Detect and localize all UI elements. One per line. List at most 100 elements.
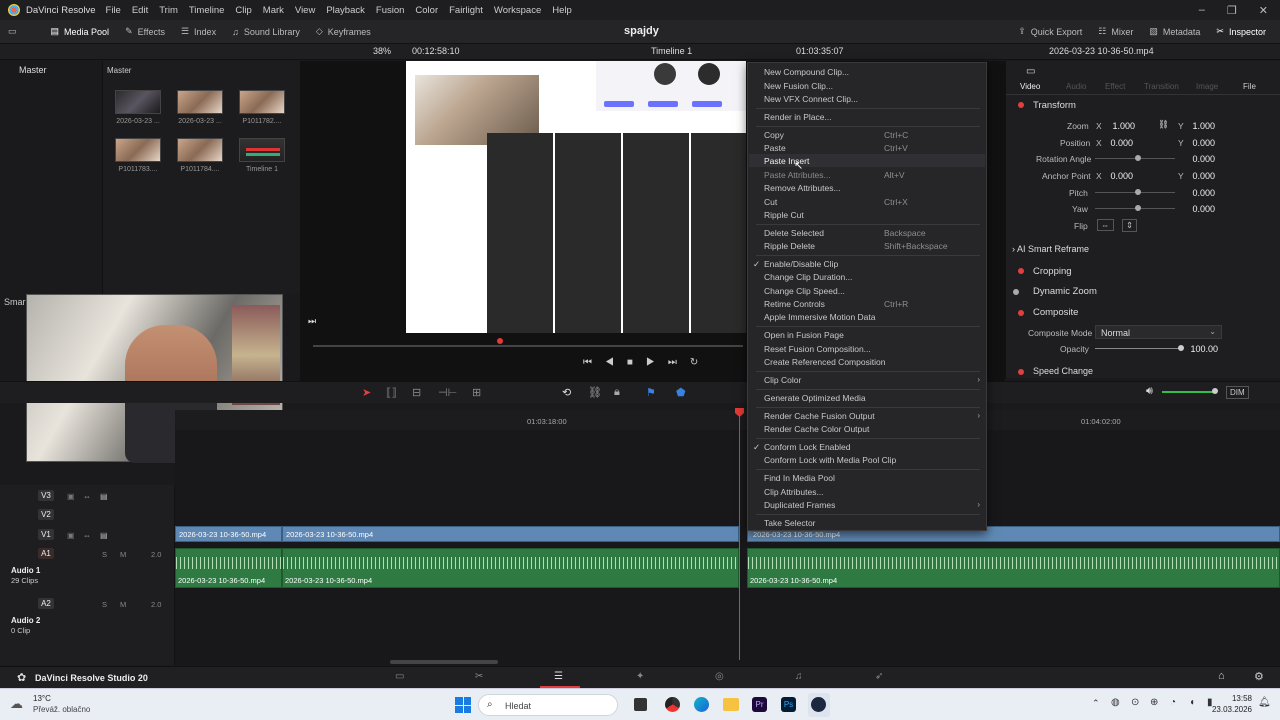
timeline-scrollbar[interactable] [390,660,498,664]
menu-item-ripple-delete[interactable]: Ripple Delete [764,241,815,251]
clip-thumbnail[interactable] [115,138,161,162]
close-icon[interactable]: ✕ [1259,4,1268,17]
tray-app-icon[interactable]: ◍ [1111,697,1120,708]
menu-item-immersive[interactable]: Apple Immersive Motion Data [764,312,876,322]
inspector-button[interactable]: ✂ Inspector [1208,20,1274,44]
composite-section[interactable]: Composite [1033,307,1078,318]
menu-item-duplicated-frames[interactable]: Duplicated Frames [764,500,835,510]
fusion-page-icon[interactable]: ✦ [636,671,644,682]
blade-tool-icon[interactable]: ⊣⊢ [438,386,457,399]
menu-item-new-compound[interactable]: New Compound Clip... [764,67,849,77]
task-view-icon[interactable] [634,698,647,711]
menu-item-create-ref[interactable]: Create Referenced Composition [764,357,885,367]
snapping-icon[interactable]: ⟲ [562,386,571,399]
insert-clip-icon[interactable]: ⊞ [472,386,481,399]
auto-select-icon[interactable]: ⇔ [83,492,91,501]
transform-enable-dot[interactable] [1018,102,1024,108]
yaw-slider-knob[interactable] [1135,205,1141,211]
notification-bell-icon[interactable]: 🔔︎ [1258,697,1271,708]
tab-audio[interactable]: Audio [1066,82,1086,91]
tab-video[interactable]: Video [1020,82,1040,91]
volume-slider[interactable] [1162,391,1217,393]
tab-file[interactable]: File [1243,82,1256,91]
dynamic-zoom-section[interactable]: Dynamic Zoom [1033,286,1097,297]
menu-workspace[interactable]: Workspace [494,5,541,16]
file-explorer-icon[interactable] [723,698,739,711]
clip-thumbnail[interactable] [177,138,223,162]
menu-item-render-cache-fusion[interactable]: Render Cache Fusion Output [764,411,875,421]
marker-icon[interactable]: ⬟ [676,386,686,399]
track-a2[interactable]: A2 [38,598,54,609]
mute-button[interactable]: M [120,550,126,559]
flip-vertical-icon[interactable]: ⇕ [1122,219,1138,232]
track-visibility-icon[interactable]: ▤ [100,492,108,501]
dim-button[interactable]: DIM [1226,386,1249,399]
menu-fairlight[interactable]: Fairlight [449,5,483,16]
zoom-level[interactable]: 38% [373,46,391,56]
smart-reframe-section[interactable]: › AI Smart Reframe [1012,244,1089,254]
bin-master[interactable]: Master [19,65,47,75]
track-a1[interactable]: A1 [38,548,54,559]
effects-button[interactable]: ✎ Effects [117,20,173,44]
clip-thumbnail[interactable] [115,90,161,114]
next-frame-icon[interactable]: ⏭ [308,316,316,327]
menu-playback[interactable]: Playback [326,5,365,16]
mixer-button[interactable]: ☷ Mixer [1090,20,1141,44]
menu-item-paste[interactable]: Paste [764,143,786,153]
solo-button[interactable]: S [102,600,107,609]
lock-icon[interactable]: 🔒︎ [614,386,620,399]
sound-library-button[interactable]: ♫ Sound Library [224,20,308,44]
fairlight-page-icon[interactable]: ♫ [795,671,803,682]
rotation-value[interactable]: 0.000 [1175,154,1215,164]
dynamic-zoom-enable-dot[interactable] [1013,289,1019,295]
pitch-value[interactable]: 0.000 [1175,188,1215,198]
viewer-playhead-marker[interactable] [497,338,503,344]
dynamic-trim-icon[interactable]: ⊟ [412,386,421,399]
audio-clip[interactable]: 2026-03-23 10-36-50.mp4 [747,548,1280,588]
timeline-ruler[interactable]: 01:03:18:00 01:04:02:00 [175,410,1280,430]
menu-item-remove-attributes[interactable]: Remove Attributes... [764,183,841,193]
position-x-value[interactable]: 0.000 [1093,138,1133,148]
menu-item-open-fusion[interactable]: Open in Fusion Page [764,330,844,340]
play-reverse-icon[interactable]: ◀ [605,357,627,368]
menu-file[interactable]: File [106,5,121,16]
clip-thumbnail[interactable] [177,90,223,114]
menu-item-render-in-place[interactable]: Render in Place... [764,112,832,122]
speed-change-enable-dot[interactable] [1018,369,1024,375]
play-icon[interactable]: ▶ [646,357,668,368]
menu-item-ripple-cut[interactable]: Ripple Cut [764,210,804,220]
video-clip[interactable]: 2026-03-23 10-36-50.mp4 [175,526,282,542]
menu-item-gen-optimized[interactable]: Generate Optimized Media [764,393,866,403]
menu-item-new-vfx[interactable]: New VFX Connect Clip... [764,94,858,104]
windows-start-icon[interactable] [455,697,471,713]
audio-clip[interactable]: 2026-03-23 10-36-50.mp4 [282,548,739,588]
video-tab-icon[interactable]: ▭ [1026,66,1035,77]
menu-item-conform-lock-mp[interactable]: Conform Lock with Media Pool Clip [764,455,896,465]
link-icon[interactable]: ⛓ [1158,119,1169,130]
tray-chevron-icon[interactable]: ⌃ [1092,698,1100,709]
anchor-x-value[interactable]: 0.000 [1093,171,1133,181]
anchor-y-value[interactable]: 0.000 [1175,171,1215,181]
menu-view[interactable]: View [295,5,315,16]
cropping-enable-dot[interactable] [1018,268,1024,274]
index-button[interactable]: ☰ Index [173,20,224,44]
position-y-value[interactable]: 0.000 [1175,138,1215,148]
track-v3[interactable]: V3 [38,490,54,501]
video-clip[interactable]: 2026-03-23 10-36-50.mp4 [282,526,739,542]
yaw-value[interactable]: 0.000 [1175,204,1215,214]
flip-horizontal-icon[interactable]: ⇔ [1097,219,1114,231]
pitch-slider-knob[interactable] [1135,189,1141,195]
composite-mode-select[interactable]: Normal ⌄ [1095,325,1222,339]
maximize-icon[interactable]: ❐ [1227,4,1237,17]
menu-item-change-duration[interactable]: Change Clip Duration... [764,272,852,282]
stop-icon[interactable]: ■ [627,357,646,368]
selection-tool-icon[interactable]: ➤ [362,386,371,399]
zoom-y-value[interactable]: 1.000 [1175,121,1215,131]
menu-mark[interactable]: Mark [263,5,284,16]
menu-item-clip-color[interactable]: Clip Color [764,375,801,385]
tray-app-icon[interactable]: ⊙ [1131,697,1139,708]
menu-fusion[interactable]: Fusion [376,5,405,16]
timeline-thumbnail[interactable] [239,138,285,162]
premiere-app-icon[interactable]: Pr [752,697,767,712]
trim-tool-icon[interactable]: ⟦⟧ [386,386,397,399]
